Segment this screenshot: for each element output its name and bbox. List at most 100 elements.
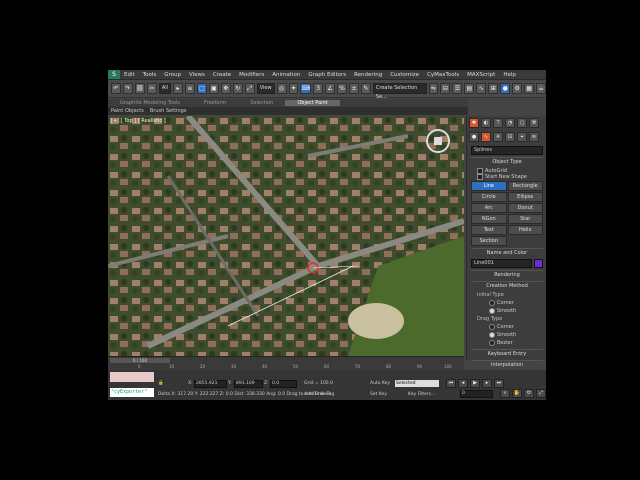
menu-modifiers[interactable]: Modifiers xyxy=(235,72,268,78)
menu-group[interactable]: Group xyxy=(160,72,185,78)
align-icon[interactable]: ⊟ xyxy=(440,83,451,94)
menu-graph-editors[interactable]: Graph Editors xyxy=(304,72,350,78)
category-dropdown[interactable]: Splines xyxy=(471,146,543,155)
motion-tab-icon[interactable]: ◔ xyxy=(505,118,515,128)
undo-icon[interactable]: ↶ xyxy=(111,83,121,94)
reference-coord-dropdown[interactable]: View xyxy=(256,83,275,94)
object-type-rollout[interactable]: Object Type xyxy=(471,157,543,166)
viewport-top[interactable]: [+] [ Top ] [ Realistic ] xyxy=(108,116,464,356)
graphite-icon[interactable]: ▤ xyxy=(464,83,475,94)
select-by-name-icon[interactable]: ≡ xyxy=(184,83,195,94)
brush-settings-item[interactable]: Brush Settings xyxy=(147,108,190,114)
creation-method-rollout[interactable]: Creation Method xyxy=(471,281,543,290)
interpolation-rollout[interactable]: Interpolation xyxy=(471,360,543,369)
redo-icon[interactable]: ↷ xyxy=(122,83,133,94)
menu-rendering[interactable]: Rendering xyxy=(350,72,386,78)
tab-graphite-modeling[interactable]: Graphite Modeling Tools xyxy=(108,100,192,106)
snap-toggle-icon[interactable]: 3 xyxy=(313,83,324,94)
move-icon[interactable]: ✥ xyxy=(220,83,231,94)
angle-snap-icon[interactable]: ∠ xyxy=(325,83,336,94)
cameras-icon[interactable]: ⊡ xyxy=(505,132,515,142)
x-coordinate-field[interactable]: 2855.921 xyxy=(194,380,227,388)
object-name-field[interactable]: Line001 xyxy=(471,259,532,268)
curve-editor-icon[interactable]: ∿ xyxy=(476,83,487,94)
maximize-viewport-icon[interactable]: ⤢ xyxy=(536,389,546,398)
select-manipulate-icon[interactable]: ✦ xyxy=(288,83,299,94)
start-new-shape-checkbox[interactable]: Start New Shape xyxy=(477,174,537,180)
menu-maxscript[interactable]: MAXScript xyxy=(463,72,499,78)
shapes-icon[interactable]: ∿ xyxy=(481,132,491,142)
initial-corner-radio[interactable]: Corner xyxy=(489,299,525,307)
name-and-color-rollout[interactable]: Name and Color xyxy=(471,248,543,257)
prev-frame-icon[interactable]: ◂ xyxy=(458,379,468,388)
menu-cymaxtools[interactable]: CyMaxTools xyxy=(423,72,463,78)
select-object-icon[interactable]: ▸ xyxy=(173,83,183,94)
line-button[interactable]: Line xyxy=(471,181,507,191)
modify-tab-icon[interactable]: ◐ xyxy=(481,118,491,128)
z-coordinate-field[interactable]: 0.0 xyxy=(270,380,297,388)
key-filters-button[interactable]: Key Filters... xyxy=(408,392,435,397)
pan-icon[interactable]: ✋ xyxy=(512,389,522,398)
auto-key-button[interactable]: Auto Key xyxy=(370,381,390,386)
rendering-rollout[interactable]: Rendering xyxy=(471,270,543,279)
unlink-icon[interactable]: ✂ xyxy=(146,83,157,94)
layer-icon[interactable]: ☰ xyxy=(452,83,463,94)
render-frame-icon[interactable]: ▦ xyxy=(524,83,535,94)
go-to-start-icon[interactable]: ⏮ xyxy=(446,379,456,388)
spacewarps-icon[interactable]: ≋ xyxy=(529,132,539,142)
drag-corner-radio[interactable]: Corner xyxy=(489,323,525,331)
edit-named-sel-icon[interactable]: ✎ xyxy=(360,83,371,94)
section-button[interactable]: Section xyxy=(471,236,507,246)
initial-smooth-radio[interactable]: Smooth xyxy=(489,307,525,315)
utilities-tab-icon[interactable]: ⚒ xyxy=(529,118,539,128)
helpers-icon[interactable]: ⌖ xyxy=(517,132,527,142)
orbit-icon[interactable]: ⟳ xyxy=(524,389,534,398)
paint-objects-item[interactable]: Paint Objects xyxy=(108,108,147,114)
window-crossing-icon[interactable]: ▣ xyxy=(208,83,219,94)
geometry-icon[interactable]: ● xyxy=(469,132,479,142)
maxscript-input[interactable]: "cyExporter" xyxy=(110,388,154,397)
material-editor-icon[interactable]: ● xyxy=(500,83,511,94)
rectangle-button[interactable]: Rectangle xyxy=(507,181,543,191)
donut-button[interactable]: Donut xyxy=(507,203,543,213)
ngon-button[interactable]: NGon xyxy=(471,214,507,224)
keyboard-entry-rollout[interactable]: Keyboard Entry xyxy=(471,349,543,358)
display-tab-icon[interactable]: ▢ xyxy=(517,118,527,128)
object-color-swatch[interactable] xyxy=(534,259,543,268)
percent-snap-icon[interactable]: % xyxy=(337,83,347,94)
arc-button[interactable]: Arc xyxy=(471,203,507,213)
time-slider[interactable]: 0 / 100 xyxy=(110,358,170,363)
set-key-button[interactable]: Set Key xyxy=(370,392,387,397)
render-icon[interactable]: ☕ xyxy=(536,83,546,94)
menu-tools[interactable]: Tools xyxy=(139,72,161,78)
menu-edit[interactable]: Edit xyxy=(120,72,139,78)
drag-smooth-radio[interactable]: Smooth xyxy=(489,331,525,339)
maxscript-listener-mini[interactable] xyxy=(110,372,154,382)
tab-freeform[interactable]: Freeform xyxy=(192,100,238,106)
viewport-label[interactable]: [+] [ Top ] [ Realistic ] xyxy=(111,118,166,124)
rotate-icon[interactable]: ↻ xyxy=(232,83,243,94)
create-tab-icon[interactable]: ✱ xyxy=(469,118,479,128)
menu-customize[interactable]: Customize xyxy=(386,72,423,78)
circle-button[interactable]: Circle xyxy=(471,192,507,202)
lock-selection-icon[interactable]: 🔒 xyxy=(158,381,164,386)
named-selection-dropdown[interactable]: Create Selection Se... xyxy=(372,83,427,100)
keyboard-shortcut-icon[interactable]: ⌨ xyxy=(300,83,312,94)
lights-icon[interactable]: ☀ xyxy=(493,132,503,142)
next-frame-icon[interactable]: ▸ xyxy=(482,379,492,388)
selection-filter-dropdown[interactable]: All xyxy=(158,83,172,94)
zoom-icon[interactable]: ⌕ xyxy=(500,389,510,398)
rect-selection-icon[interactable]: □ xyxy=(196,83,207,94)
schematic-icon[interactable]: ⊞ xyxy=(488,83,499,94)
tab-selection[interactable]: Selection xyxy=(238,100,285,106)
ellipse-button[interactable]: Ellipse xyxy=(507,192,543,202)
scale-icon[interactable]: ⤢ xyxy=(244,83,255,94)
menu-help[interactable]: Help xyxy=(499,72,520,78)
drag-bezier-radio[interactable]: Bezier xyxy=(489,339,525,347)
star-button[interactable]: Star xyxy=(507,214,543,224)
hierarchy-tab-icon[interactable]: ⊤ xyxy=(493,118,503,128)
menu-create[interactable]: Create xyxy=(209,72,235,78)
menu-views[interactable]: Views xyxy=(185,72,209,78)
link-icon[interactable]: ⛓ xyxy=(134,83,145,94)
helix-button[interactable]: Helix xyxy=(507,225,543,235)
